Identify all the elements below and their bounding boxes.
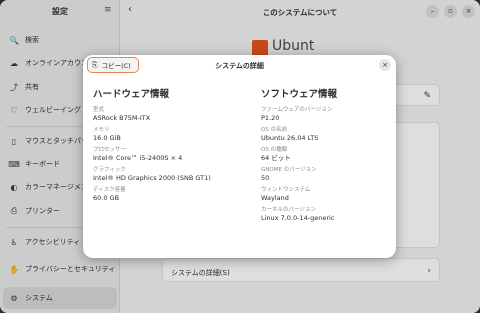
- field-label: OS の種類: [261, 147, 288, 153]
- field-label: グラフィック: [93, 167, 126, 173]
- sw-os-name-field: OS の名前 Ubuntu 26.04 LTS: [261, 127, 401, 143]
- field-label: カーネルのバージョン: [261, 207, 316, 213]
- hardware-column: ハードウェア情報 型式 ASRock B75M-ITX メモリ 16.0 GiB…: [93, 86, 233, 203]
- hardware-heading: ハードウェア情報: [93, 89, 170, 100]
- hw-processor-field: プロセッサー Intel® Core™ i5-2400S × 4: [93, 147, 233, 163]
- software-heading: ソフトウェア情報: [261, 89, 338, 100]
- field-label: メモリ: [93, 127, 110, 133]
- hw-model-field: 型式 ASRock B75M-ITX: [93, 107, 233, 123]
- hw-graphics-field: グラフィック Intel® HD Graphics 2000 (SNB GT1): [93, 167, 233, 183]
- field-label: ウィンドウシステム: [261, 187, 311, 193]
- software-column: ソフトウェア情報 ファームウェアのバージョン P1.20 OS の名前 Ubun…: [261, 86, 401, 223]
- field-value: Intel® Core™ i5-2400S × 4: [93, 154, 183, 162]
- field-label: OS の名前: [261, 127, 288, 133]
- field-label: プロセッサー: [93, 147, 127, 153]
- sw-windowing-field: ウィンドウシステム Wayland: [261, 187, 401, 203]
- field-value: 16.0 GiB: [93, 134, 121, 142]
- field-value: Ubuntu 26.04 LTS: [261, 134, 319, 142]
- field-value: Linux 7.0.0-14-generic: [261, 214, 335, 222]
- sw-kernel-field: カーネルのバージョン Linux 7.0.0-14-generic: [261, 207, 401, 223]
- hw-memory-field: メモリ 16.0 GiB: [93, 127, 233, 143]
- field-value: 64 ビット: [261, 154, 291, 162]
- field-label: ファームウェアのバージョン: [261, 107, 333, 113]
- field-value: 60.0 GB: [93, 194, 120, 202]
- field-label: ディスク容量: [93, 187, 126, 193]
- field-label: 型式: [93, 107, 105, 113]
- field-value: Wayland: [261, 194, 289, 202]
- dialog-title: システムの詳細: [215, 62, 264, 70]
- field-label: GNOME のバージョン: [261, 167, 317, 173]
- field-value: 50: [261, 174, 270, 182]
- system-details-dialog: ⎘ コピー(C) システムの詳細 × ハードウェア情報 型式 ASRock B7…: [83, 55, 396, 258]
- settings-window: 設定 ≡ 🔍 検索 ☁ オンラインアカウント ⤴ 共有 ♡ ウェルビーイング ▯…: [0, 0, 480, 313]
- sw-gnome-field: GNOME のバージョン 50: [261, 167, 401, 183]
- sw-firmware-field: ファームウェアのバージョン P1.20: [261, 107, 401, 123]
- field-value: Intel® HD Graphics 2000 (SNB GT1): [93, 174, 211, 182]
- sw-os-type-field: OS の種類 64 ビット: [261, 147, 401, 163]
- field-value: ASRock B75M-ITX: [93, 114, 151, 122]
- hw-disk-field: ディスク容量 60.0 GB: [93, 187, 233, 203]
- field-value: P1.20: [261, 114, 280, 122]
- close-icon[interactable]: ×: [379, 59, 391, 71]
